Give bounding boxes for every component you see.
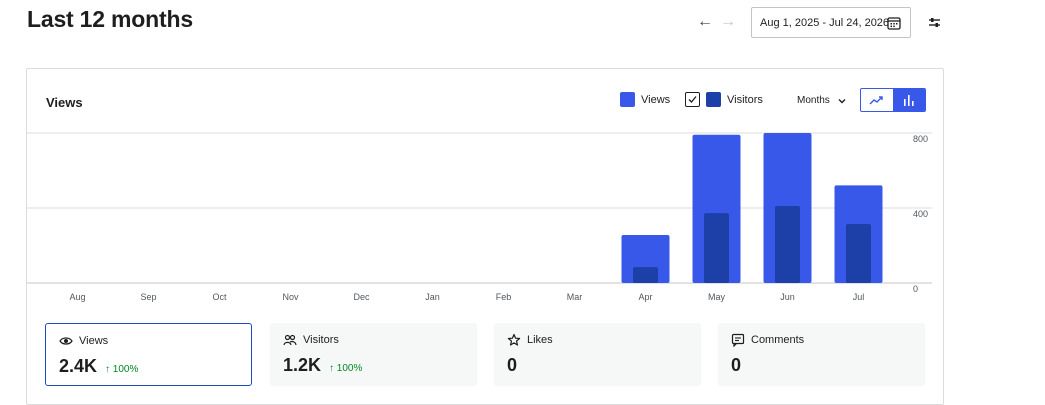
stat-label: Comments bbox=[751, 334, 805, 346]
stat-label-row: Views bbox=[59, 334, 238, 348]
stat-tile-views[interactable]: Views 2.4K ↑ 100% bbox=[45, 323, 252, 386]
x-tick-label: Apr bbox=[638, 292, 652, 302]
eye-icon bbox=[59, 337, 73, 345]
stat-label-row: Visitors bbox=[283, 333, 464, 347]
stat-label-row: Likes bbox=[507, 333, 688, 347]
page-title: Last 12 months bbox=[27, 6, 193, 32]
x-tick-label: Feb bbox=[496, 292, 512, 302]
people-icon bbox=[283, 334, 297, 346]
x-tick-label: Jul bbox=[853, 292, 865, 302]
y-tick-label: 400 bbox=[913, 209, 928, 219]
stat-value: 2.4K bbox=[59, 356, 98, 376]
x-tick-label: Dec bbox=[353, 292, 370, 302]
x-tick-label: Oct bbox=[212, 292, 227, 302]
stat-value-row: 0 bbox=[731, 355, 912, 376]
stat-value: 1.2K bbox=[283, 355, 322, 375]
x-tick-label: May bbox=[708, 292, 726, 302]
settings-sliders-icon[interactable] bbox=[927, 15, 942, 30]
stat-value: 0 bbox=[731, 355, 742, 375]
x-tick-label: Jan bbox=[425, 292, 440, 302]
stat-label: Likes bbox=[527, 334, 553, 346]
stats-chart-card: Views Views Visitors Months 0 400 800 Au… bbox=[26, 68, 944, 405]
stat-label: Views bbox=[79, 335, 109, 347]
bar-chart: 0 400 800 Aug Sep Oct Nov Dec Jan Feb Mar Apr May Jun… bbox=[27, 132, 932, 302]
x-tick-label: Jun bbox=[780, 292, 795, 302]
x-tick-label: Nov bbox=[282, 292, 299, 302]
y-tick-label: 800 bbox=[913, 134, 928, 144]
bar-visitors[interactable] bbox=[633, 267, 658, 283]
bar-visitors[interactable] bbox=[775, 205, 800, 283]
previous-period-arrow-icon[interactable]: ← bbox=[697, 12, 713, 32]
stat-tile-visitors[interactable]: Visitors 1.2K ↑ 100% bbox=[270, 323, 477, 386]
stat-label-row: Comments bbox=[731, 333, 912, 347]
stat-value: 0 bbox=[507, 355, 518, 375]
stat-value-row: 0 bbox=[507, 355, 688, 376]
stat-value-row: 1.2K ↑ 100% bbox=[283, 355, 464, 376]
date-range-text: Aug 1, 2025 - Jul 24, 2026 bbox=[760, 16, 890, 29]
next-period-arrow-icon[interactable]: → bbox=[720, 12, 736, 32]
date-range-picker[interactable]: Aug 1, 2025 - Jul 24, 2026 bbox=[751, 7, 911, 38]
x-tick-label: Sep bbox=[140, 292, 156, 302]
x-tick-label: Aug bbox=[69, 292, 85, 302]
calendar-icon bbox=[887, 17, 901, 30]
stat-value-row: 2.4K ↑ 100% bbox=[59, 356, 238, 377]
y-tick-label: 0 bbox=[913, 284, 918, 294]
star-icon bbox=[507, 333, 521, 346]
bar-visitors[interactable] bbox=[704, 213, 729, 283]
stat-tile-comments[interactable]: Comments 0 bbox=[718, 323, 925, 386]
stat-label: Visitors bbox=[303, 334, 339, 346]
stat-delta: ↑ 100% bbox=[105, 364, 139, 375]
stat-tile-likes[interactable]: Likes 0 bbox=[494, 323, 701, 386]
stat-delta: ↑ 100% bbox=[329, 363, 363, 374]
comment-icon bbox=[731, 333, 745, 347]
x-tick-label: Mar bbox=[567, 292, 583, 302]
bar-visitors[interactable] bbox=[846, 223, 871, 283]
